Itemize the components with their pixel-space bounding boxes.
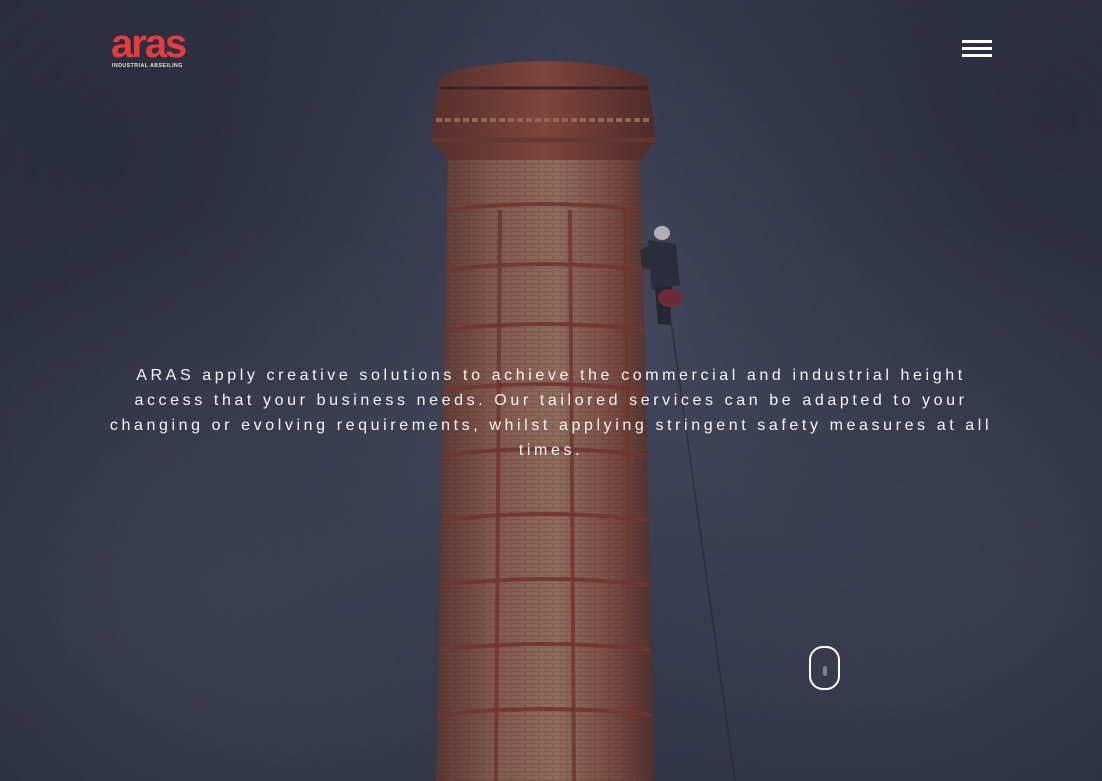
menu-bar-middle [962, 47, 992, 50]
logo-wordmark: aras [111, 22, 187, 66]
hero-intro-text: ARAS apply creative solutions to achieve… [109, 367, 993, 459]
mouse-scroll-icon[interactable] [809, 646, 840, 690]
hero-section: aras INDUSTRIAL ABSEILING ARAS apply cre… [0, 0, 1102, 781]
hamburger-menu-icon[interactable] [962, 40, 993, 60]
aras-logo[interactable]: aras INDUSTRIAL ABSEILING [111, 22, 201, 72]
menu-bar-top [962, 40, 992, 43]
menu-bar-bottom [962, 54, 992, 57]
scroll-wheel-dot [823, 666, 827, 676]
logo-tagline: INDUSTRIAL ABSEILING [112, 63, 183, 69]
